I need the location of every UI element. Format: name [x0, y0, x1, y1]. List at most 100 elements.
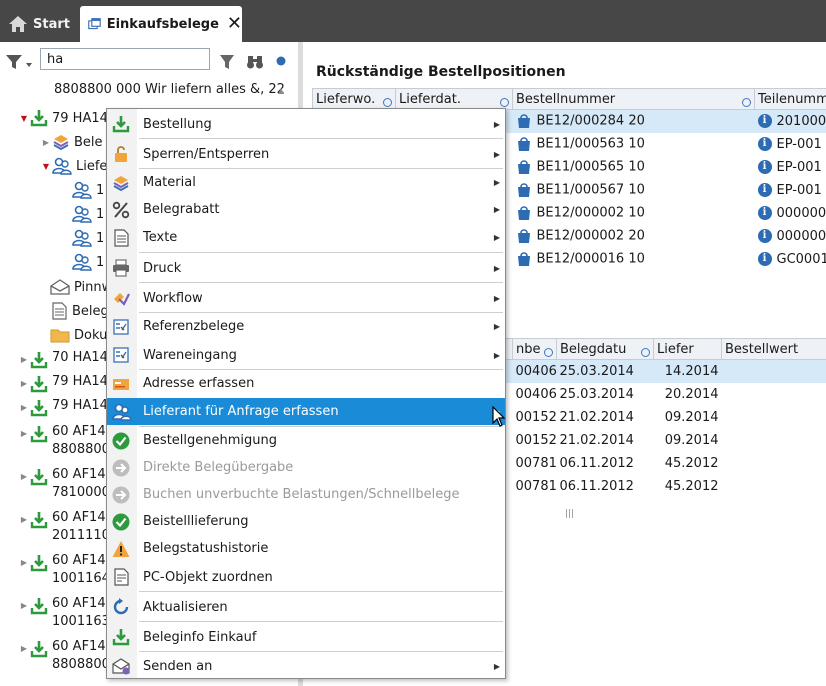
filter-dropdown-icon[interactable] — [5, 54, 35, 70]
menu-item-10[interactable]: Lieferant für Anfrage erfassen▶ — [107, 398, 505, 425]
menu-item-8[interactable]: Wareneingang ▶ — [107, 341, 505, 369]
order-number: BE12/000284 20 — [536, 113, 645, 129]
tree-child-beleg[interactable]: Beleg — [50, 300, 109, 322]
doc-number: 00152 — [515, 432, 557, 448]
binoculars-icon[interactable] — [246, 54, 264, 70]
tree-node-selected[interactable]: ▼ 79 HA14 — [18, 107, 108, 129]
menu-separator — [139, 282, 503, 283]
warning-triangle-icon — [112, 540, 130, 557]
expand-arrow-icon[interactable]: ▶ — [18, 601, 30, 610]
menu-item-9[interactable]: Adresse erfassen — [107, 371, 505, 396]
tree-supplier-item[interactable]: 1 — [72, 251, 104, 273]
tree-node[interactable]: ▶ 60 AF14 1001164 — [18, 552, 110, 592]
tree-node[interactable]: ▶ 60 AF14 2011110 — [18, 509, 110, 549]
status-dot-icon[interactable] — [276, 56, 286, 66]
tab-start[interactable]: Start — [8, 6, 70, 42]
tree-child-liefer[interactable]: ▼ Liefer — [40, 155, 113, 177]
part-number: 201000 — [776, 113, 826, 129]
expand-arrow-icon[interactable]: ▶ — [18, 429, 30, 438]
expand-arrow-icon[interactable]: ▶ — [18, 403, 30, 412]
menu-item-11[interactable]: Bestellgenehmigung — [107, 428, 505, 453]
tree-node-label: 60 AF14 — [52, 424, 106, 439]
menu-item-6[interactable]: Workflow ▶ — [107, 284, 505, 312]
tree-node[interactable]: ▶ 60 AF14 8808800 — [18, 423, 110, 463]
info-icon[interactable]: i — [757, 229, 772, 243]
info-icon[interactable]: i — [757, 252, 772, 266]
collapse-arrow-icon[interactable]: ▼ — [18, 114, 30, 123]
menu-item-3[interactable]: Belegrabatt ▶ — [107, 197, 505, 222]
menu-item-14[interactable]: Beistelllieferung — [107, 509, 505, 534]
close-icon[interactable]: ✕ — [227, 15, 242, 33]
tree-supplier-item[interactable]: 1 — [72, 203, 104, 225]
tree-node-label: 70 HA14 — [52, 350, 108, 365]
column-header-lieferdat[interactable]: Lieferdat. — [395, 88, 513, 110]
menu-item-label: Beistelllieferung — [143, 514, 249, 529]
column-header-teilenummer[interactable]: Teilenummer — [754, 88, 826, 110]
menu-item-label: Adresse erfassen — [143, 376, 255, 391]
sort-indicator-icon[interactable] — [641, 347, 650, 357]
sort-indicator-icon[interactable] — [742, 97, 751, 107]
menu-item-2[interactable]: Material ▶ — [107, 170, 505, 195]
tab-einkaufsbelege[interactable]: Einkaufsbelege ✕ — [80, 6, 242, 42]
menu-item-12[interactable]: Direkte Belegübergabe — [107, 455, 505, 480]
expand-arrow-icon[interactable]: ▶ — [18, 644, 30, 653]
tree-supplier-item[interactable]: 1 — [72, 227, 104, 249]
tree-child-dokumente[interactable]: Doku — [50, 324, 107, 346]
column-header-lieferwo[interactable]: Lieferwo. — [312, 88, 396, 110]
tree-child-pinnwand[interactable]: Pinnw — [50, 276, 112, 298]
context-menu: Bestellung ▶ Sperren/Entsperren ▶ Material ▶ B… — [106, 108, 506, 679]
expand-arrow-icon[interactable]: ▶ — [18, 472, 30, 481]
expand-arrow-icon[interactable]: ▶ — [18, 379, 30, 388]
menu-item-7[interactable]: Referenzbelege ▶ — [107, 314, 505, 339]
column-header-bestellwert[interactable]: Bestellwert — [721, 338, 826, 360]
info-icon[interactable]: i — [757, 160, 772, 174]
menu-item-label: Workflow — [143, 290, 203, 306]
column-header-belegdatum[interactable]: Belegdatu — [556, 338, 654, 360]
menu-item-19[interactable]: Senden an ▶ — [107, 653, 505, 679]
info-icon[interactable]: i — [757, 183, 772, 197]
menu-item-18[interactable]: Beleginfo Einkauf — [107, 623, 505, 651]
menu-item-4[interactable]: Texte ▶ — [107, 224, 505, 251]
tree-supplier-item[interactable]: 1 — [72, 179, 104, 201]
tree-node-label: Beleg — [72, 303, 109, 319]
info-icon[interactable]: i — [757, 137, 772, 151]
info-icon[interactable]: i — [757, 114, 772, 129]
tree-node[interactable]: ▶ 79 HA14 — [18, 373, 108, 395]
menu-item-label: Belegstatushistorie — [143, 541, 269, 556]
column-header-liefer[interactable]: Liefer — [653, 338, 722, 360]
menu-item-5[interactable]: Druck ▶ — [107, 254, 505, 282]
sort-indicator-icon[interactable] — [544, 347, 553, 357]
collapse-arrow-icon[interactable]: ▼ — [40, 162, 52, 171]
tree-node[interactable]: ▶ 60 AF14 8808800 — [18, 638, 110, 678]
menu-item-1[interactable]: Sperren/Entsperren ▶ — [107, 140, 505, 168]
sort-indicator-icon[interactable] — [500, 97, 509, 107]
expand-arrow-icon[interactable]: ▶ — [18, 515, 30, 524]
menu-item-13[interactable]: Buchen unverbuchte Belastungen/Schnellbe… — [107, 482, 505, 507]
expand-arrow-icon[interactable]: ▶ — [18, 558, 30, 567]
menu-item-17[interactable]: Aktualisieren — [107, 593, 505, 621]
filter-icon[interactable] — [219, 54, 235, 70]
tree-node[interactable]: ▶ 79 HA14 — [18, 397, 108, 419]
submenu-arrow-icon: ▶ — [493, 350, 500, 360]
expand-arrow-icon[interactable]: ▶ — [40, 138, 52, 147]
column-header-bestellnummer[interactable]: Bestellnummer — [512, 88, 755, 110]
sort-indicator-icon[interactable] — [383, 97, 392, 107]
search-input[interactable] — [40, 48, 210, 70]
expand-arrow-icon[interactable]: ▶ — [18, 355, 30, 364]
menu-item-label: Wareneingang — [143, 347, 237, 363]
tree-child-bele[interactable]: ▶ Bele — [40, 131, 103, 153]
tab-start-label: Start — [33, 16, 70, 32]
menu-item-0[interactable]: Bestellung ▶ — [107, 110, 505, 138]
column-resize-handle-icon[interactable]: ||| — [565, 509, 574, 519]
tree-node[interactable]: ▶ 60 AF14 7810000 — [18, 466, 110, 506]
info-icon[interactable]: i — [757, 206, 772, 220]
column-header-nummer[interactable]: nbe — [512, 338, 557, 360]
tree-node[interactable]: ▶ 70 HA14 — [18, 349, 108, 371]
tree-node-label: 60 AF14 — [52, 510, 106, 525]
menu-item-16[interactable]: PC-Objekt zuordnen — [107, 563, 505, 591]
menu-item-15[interactable]: Belegstatushistorie — [107, 536, 505, 561]
menu-item-label: Bestellgenehmigung — [143, 433, 277, 448]
supplier-users-icon — [72, 253, 92, 271]
scroll-up-icon[interactable]: ▲ — [278, 86, 284, 95]
tree-node[interactable]: ▶ 60 AF14 1001163 — [18, 595, 110, 635]
